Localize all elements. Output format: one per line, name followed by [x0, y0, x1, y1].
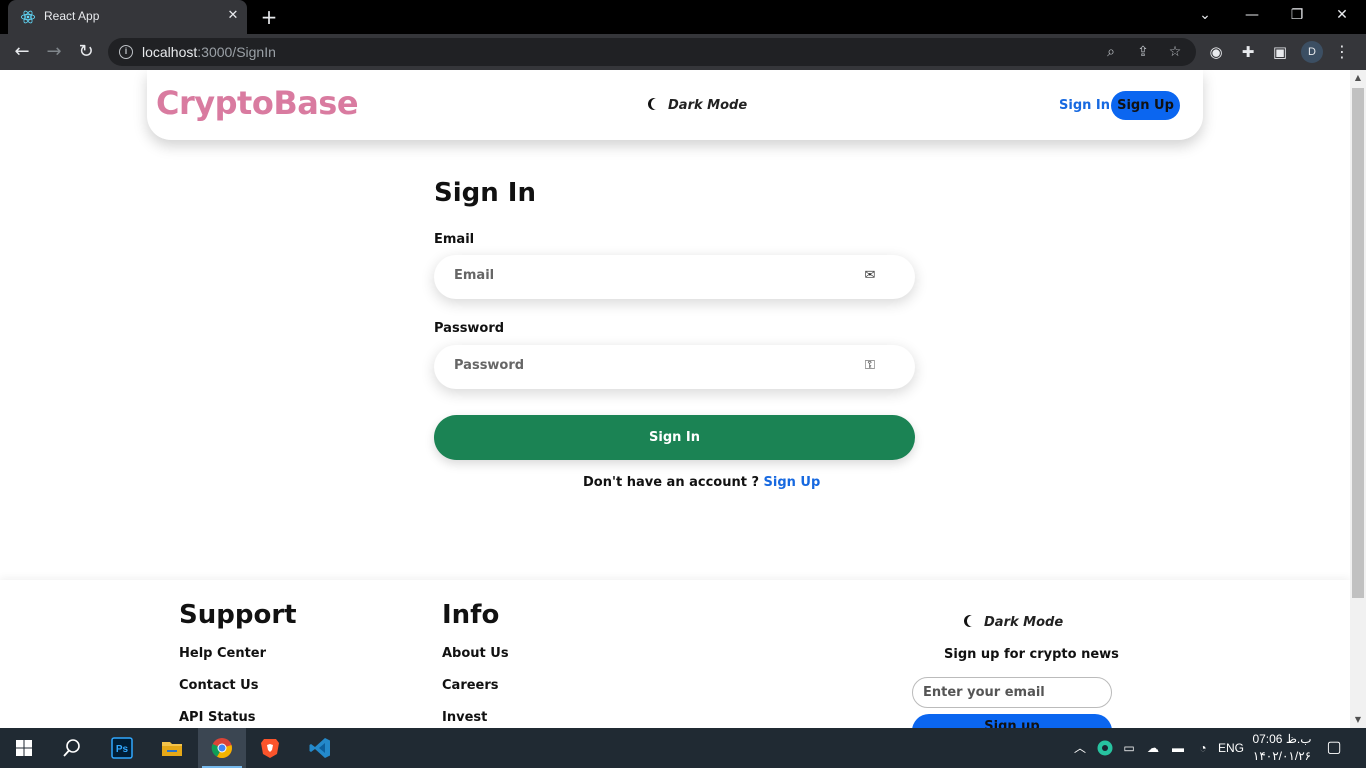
newsletter-signup-button[interactable]: Sign up	[912, 714, 1112, 728]
tab-close-icon[interactable]: ✕	[224, 7, 242, 25]
signin-submit-button[interactable]: Sign In	[434, 415, 915, 460]
scroll-up-arrow-icon[interactable]: ▲	[1350, 70, 1366, 86]
footer-link-invest[interactable]: Invest	[442, 710, 487, 725]
tab-search-chevron-icon[interactable]: ⌄	[1191, 4, 1219, 26]
browser-tab[interactable]: React App ✕	[8, 0, 247, 34]
page-viewport: CryptoBase Dark Mode Sign In Sign Up Sig…	[0, 70, 1350, 728]
email-placeholder: Email	[454, 268, 495, 283]
tray-app-icon[interactable]	[1096, 739, 1114, 757]
react-icon	[20, 10, 36, 24]
site-navbar: CryptoBase Dark Mode Sign In Sign Up	[147, 70, 1203, 140]
notifications-icon[interactable]: ▢	[1324, 739, 1344, 757]
onedrive-cloud-icon[interactable]: ☁	[1144, 739, 1162, 757]
browser-menu-icon[interactable]: ⋮	[1334, 41, 1350, 63]
footer-link-about-us[interactable]: About Us	[442, 646, 509, 661]
file-explorer-icon[interactable]	[148, 728, 196, 768]
scroll-down-arrow-icon[interactable]: ▼	[1350, 712, 1366, 728]
password-field[interactable]: Password ⚿	[434, 345, 915, 389]
newsletter-text: Sign up for crypto news	[944, 647, 1119, 662]
email-label: Email	[434, 232, 475, 247]
address-bar[interactable]: i localhost:3000/SignIn ⌕ ⇪ ☆	[108, 38, 1196, 66]
language-indicator[interactable]: ENG	[1217, 739, 1245, 757]
url-text: localhost:3000/SignIn	[142, 44, 276, 60]
url-host: localhost	[142, 44, 198, 60]
moon-icon	[651, 98, 663, 110]
windows-taskbar: Ps ︿ ▭ ☁ ▬ ◔ ENG 07:06 ب.ظ ۱۴۰۲/۰۱/۲۶ ▢	[0, 728, 1366, 768]
site-footer: Support Help Center Contact Us API Statu…	[0, 580, 1350, 728]
brave-browser-icon[interactable]	[246, 728, 294, 768]
url-path: :3000/SignIn	[197, 44, 276, 60]
footer-link-api-status[interactable]: API Status	[179, 710, 256, 725]
nav-signin-link[interactable]: Sign In	[1059, 98, 1110, 113]
windows-start-icon[interactable]	[0, 728, 48, 768]
close-window-icon[interactable]: ✕	[1328, 4, 1356, 26]
tray-chevron-icon[interactable]: ︿	[1072, 739, 1088, 757]
browser-toolbar: ← → ↻ i localhost:3000/SignIn ⌕ ⇪ ☆ ◉ ✚ …	[0, 34, 1366, 70]
chrome-icon[interactable]	[198, 728, 246, 768]
search-icon[interactable]	[48, 728, 96, 768]
account-prompt: Don't have an account ? Sign Up	[583, 475, 820, 490]
newsletter-email-placeholder: Enter your email	[923, 685, 1045, 700]
dark-mode-label: Dark Mode	[668, 98, 748, 113]
newsletter-email-input[interactable]: Enter your email	[912, 677, 1112, 708]
footer-link-help-center[interactable]: Help Center	[179, 646, 266, 661]
password-placeholder: Password	[454, 358, 525, 373]
battery-icon[interactable]: ▬	[1169, 739, 1187, 757]
svg-text:Ps: Ps	[116, 744, 129, 755]
tab-title: React App	[44, 9, 100, 23]
extensions-puzzle-icon[interactable]: ✚	[1238, 42, 1258, 62]
site-info-icon[interactable]: i	[119, 45, 133, 59]
dark-mode-toggle[interactable]: Dark Mode	[648, 98, 747, 113]
key-icon: ⚿	[865, 358, 875, 373]
photoshop-icon[interactable]: Ps	[98, 728, 146, 768]
signup-link[interactable]: Sign Up	[764, 475, 821, 490]
wifi-icon[interactable]: ◔	[1194, 739, 1212, 757]
clock-date: ۱۴۰۲/۰۱/۲۶	[1252, 749, 1312, 763]
moon-icon	[967, 615, 979, 627]
support-heading: Support	[179, 600, 297, 630]
clock-time: 07:06 ب.ظ	[1252, 732, 1312, 746]
taskbar-clock[interactable]: 07:06 ب.ظ ۱۴۰۲/۰۱/۲۶	[1252, 731, 1312, 765]
side-panel-icon[interactable]: ▣	[1270, 42, 1290, 62]
footer-link-careers[interactable]: Careers	[442, 678, 499, 693]
nav-signup-button[interactable]: Sign Up	[1111, 91, 1180, 120]
bookmark-star-icon[interactable]: ☆	[1165, 42, 1185, 62]
reload-icon[interactable]: ↻	[74, 40, 98, 64]
page-scrollbar[interactable]: ▲ ▼	[1350, 70, 1366, 728]
profile-avatar[interactable]: D	[1301, 41, 1323, 63]
zoom-icon[interactable]: ⌕	[1101, 42, 1121, 62]
page-title: Sign In	[434, 178, 536, 208]
share-icon[interactable]: ⇪	[1133, 42, 1153, 62]
back-arrow-icon[interactable]: ←	[10, 40, 34, 64]
brand-logo[interactable]: CryptoBase	[156, 84, 359, 122]
email-field[interactable]: Email ✉	[434, 255, 915, 299]
envelope-icon: ✉	[864, 268, 876, 283]
info-heading: Info	[442, 600, 500, 630]
footer-link-contact-us[interactable]: Contact Us	[179, 678, 258, 693]
new-tab-button[interactable]: +	[258, 6, 280, 28]
password-label: Password	[434, 321, 505, 336]
extension-target-icon[interactable]: ◉	[1206, 42, 1226, 62]
restore-window-icon[interactable]: ❐	[1283, 4, 1311, 26]
scroll-thumb[interactable]	[1352, 88, 1364, 598]
forward-arrow-icon[interactable]: →	[42, 40, 66, 64]
footer-dark-mode-label: Dark Mode	[984, 615, 1064, 630]
account-prompt-text: Don't have an account ?	[583, 475, 764, 490]
browser-tab-bar: React App ✕ + ⌄ — ❐ ✕	[0, 0, 1366, 34]
footer-dark-mode-toggle[interactable]: Dark Mode	[964, 615, 1063, 630]
minimize-window-icon[interactable]: —	[1238, 4, 1266, 26]
vscode-icon[interactable]	[296, 728, 344, 768]
meet-now-icon[interactable]: ▭	[1121, 739, 1137, 757]
